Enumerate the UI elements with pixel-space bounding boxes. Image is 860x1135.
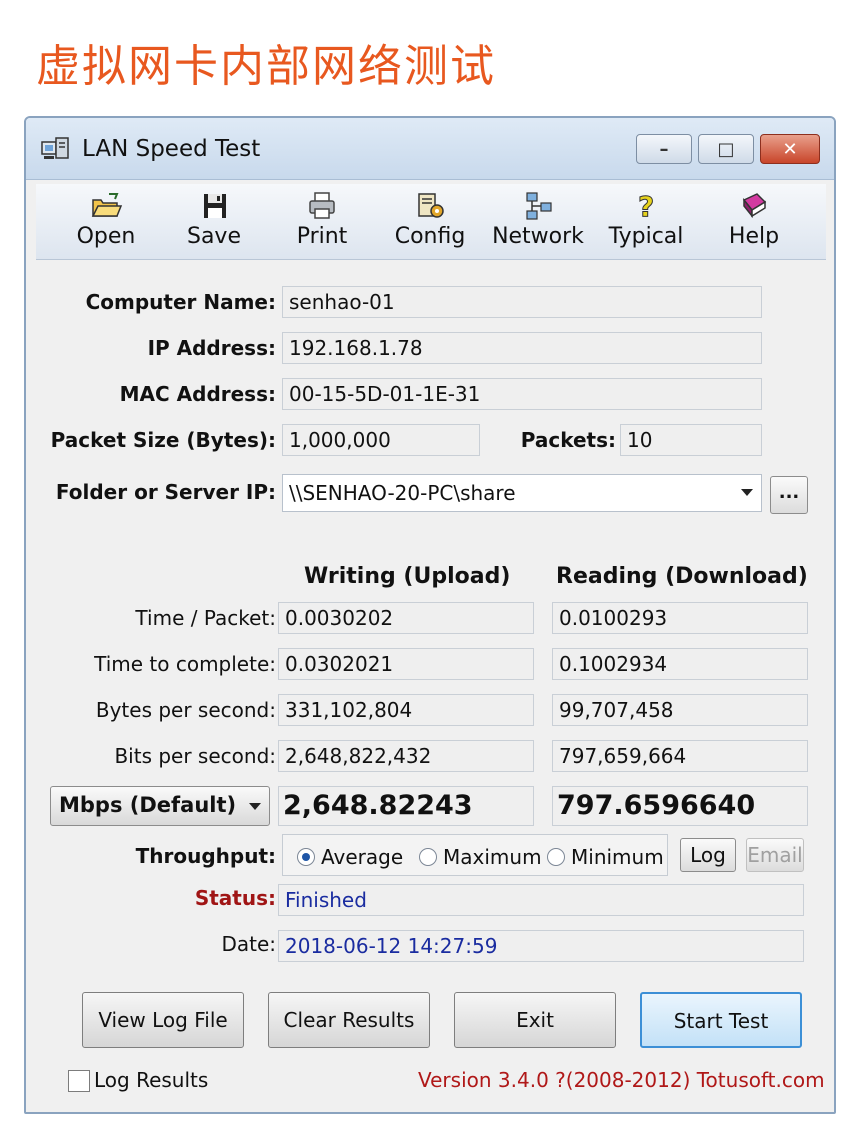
radio-average[interactable]: Average <box>297 845 403 869</box>
toolbar-network-button[interactable]: Network <box>488 188 588 256</box>
write-mbps-value: 2,648.82243 <box>278 786 534 826</box>
toolbar-save-button[interactable]: Save <box>164 188 264 256</box>
bits-per-second-read[interactable]: 797,659,664 <box>552 740 808 772</box>
maximize-icon: □ <box>717 138 735 160</box>
folder-server-combo[interactable]: \\SENHAO-20-PC\share <box>282 474 762 512</box>
writing-header: Writing (Upload) <box>304 564 511 589</box>
unit-select[interactable]: Mbps (Default) <box>50 786 270 826</box>
log-results-label: Log Results <box>94 1068 209 1092</box>
reading-header: Reading (Download) <box>556 564 808 589</box>
email-button[interactable]: Email <box>746 838 804 872</box>
start-test-button[interactable]: Start Test <box>640 992 802 1048</box>
maximize-button[interactable]: □ <box>698 134 754 164</box>
read-mbps-value: 797.6596640 <box>552 786 808 826</box>
chevron-down-icon <box>249 803 261 810</box>
toolbar-typical-button[interactable]: ? Typical <box>596 188 696 256</box>
radio-minimum-label: Minimum <box>571 845 664 869</box>
throughput-label: Throughput: <box>135 844 276 868</box>
mac-address-field[interactable]: 00-15-5D-01-1E-31 <box>282 378 762 410</box>
time-per-packet-label: Time / Packet: <box>135 606 276 630</box>
toolbar-print-label: Print <box>296 224 348 249</box>
question-icon: ? <box>638 190 655 222</box>
folder-server-value: \\SENHAO-20-PC\share <box>289 481 516 505</box>
unit-select-value: Mbps (Default) <box>59 793 237 817</box>
bits-per-second-write[interactable]: 2,648,822,432 <box>278 740 534 772</box>
browse-button[interactable]: ... <box>770 476 808 514</box>
bytes-per-second-read[interactable]: 99,707,458 <box>552 694 808 726</box>
version-text: Version 3.4.0 ?(2008-2012) Totusoft.com <box>418 1068 825 1092</box>
window-title: LAN Speed Test <box>82 136 261 162</box>
network-icon <box>526 192 552 220</box>
radio-average-label: Average <box>321 845 404 869</box>
radio-maximum-dot <box>419 848 437 866</box>
config-icon <box>418 193 444 218</box>
radio-average-dot <box>297 848 315 866</box>
svg-text:?: ? <box>638 190 654 222</box>
toolbar-open-button[interactable]: Open <box>56 188 156 256</box>
time-per-packet-read[interactable]: 0.0100293 <box>552 602 808 634</box>
folder-server-label: Folder or Server IP: <box>55 480 276 504</box>
ip-address-label: IP Address: <box>147 336 276 360</box>
log-results-checkbox[interactable] <box>68 1070 90 1092</box>
printer-icon <box>309 192 335 219</box>
radio-minimum[interactable]: Minimum <box>547 845 664 869</box>
time-to-complete-read[interactable]: 0.1002934 <box>552 648 808 680</box>
toolbar-typical-label: Typical <box>608 224 684 249</box>
time-to-complete-write[interactable]: 0.0302021 <box>278 648 534 680</box>
floppy-disk-icon <box>204 194 226 218</box>
chevron-down-icon <box>741 489 753 496</box>
close-icon: ✕ <box>782 138 798 160</box>
log-button[interactable]: Log <box>680 838 736 872</box>
date-label: Date: <box>221 932 276 956</box>
toolbar-save-label: Save <box>186 224 241 249</box>
exit-button[interactable]: Exit <box>454 992 616 1048</box>
toolbar-print-button[interactable]: Print <box>272 188 372 256</box>
bytes-per-second-write[interactable]: 331,102,804 <box>278 694 534 726</box>
help-book-icon <box>742 193 767 219</box>
toolbar: Open Save Print Config Network ? Typical… <box>36 184 826 260</box>
packets-label: Packets: <box>520 428 616 452</box>
folder-open-icon <box>91 193 123 217</box>
bits-per-second-label: Bits per second: <box>114 744 276 768</box>
toolbar-config-button[interactable]: Config <box>380 188 480 256</box>
packet-size-label: Packet Size (Bytes): <box>50 428 276 452</box>
mac-address-label: MAC Address: <box>119 382 276 406</box>
throughput-group: Average Maximum Minimum <box>282 834 668 876</box>
radio-maximum[interactable]: Maximum <box>419 845 542 869</box>
computer-name-field[interactable]: senhao-01 <box>282 286 762 318</box>
toolbar-network-label: Network <box>492 224 584 249</box>
toolbar-help-button[interactable]: Help <box>704 188 804 256</box>
clear-results-button[interactable]: Clear Results <box>268 992 430 1048</box>
status-label: Status: <box>194 886 276 910</box>
minimize-icon: – <box>659 138 669 160</box>
bytes-per-second-label: Bytes per second: <box>95 698 276 722</box>
app-icon <box>41 137 69 159</box>
toolbar-open-label: Open <box>76 224 136 249</box>
packets-field[interactable]: 10 <box>620 424 762 456</box>
app-window: LAN Speed Test – □ ✕ Open Save Print Con… <box>24 116 836 1114</box>
minimize-button[interactable]: – <box>636 134 692 164</box>
status-field: Finished <box>278 884 804 916</box>
date-field: 2018-06-12 14:27:59 <box>278 930 804 962</box>
radio-maximum-label: Maximum <box>443 845 542 869</box>
packet-size-field[interactable]: 1,000,000 <box>282 424 480 456</box>
toolbar-config-label: Config <box>394 224 466 249</box>
ip-address-field[interactable]: 192.168.1.78 <box>282 332 762 364</box>
toolbar-help-label: Help <box>728 224 780 249</box>
time-to-complete-label: Time to complete: <box>94 652 276 676</box>
computer-name-label: Computer Name: <box>85 290 276 314</box>
radio-minimum-dot <box>547 848 565 866</box>
banner-caption: 虚拟网卡内部网络测试 <box>36 41 496 92</box>
view-log-file-button[interactable]: View Log File <box>82 992 244 1048</box>
title-bar[interactable]: LAN Speed Test – □ ✕ <box>26 118 834 180</box>
close-button[interactable]: ✕ <box>760 134 820 164</box>
time-per-packet-write[interactable]: 0.0030202 <box>278 602 534 634</box>
